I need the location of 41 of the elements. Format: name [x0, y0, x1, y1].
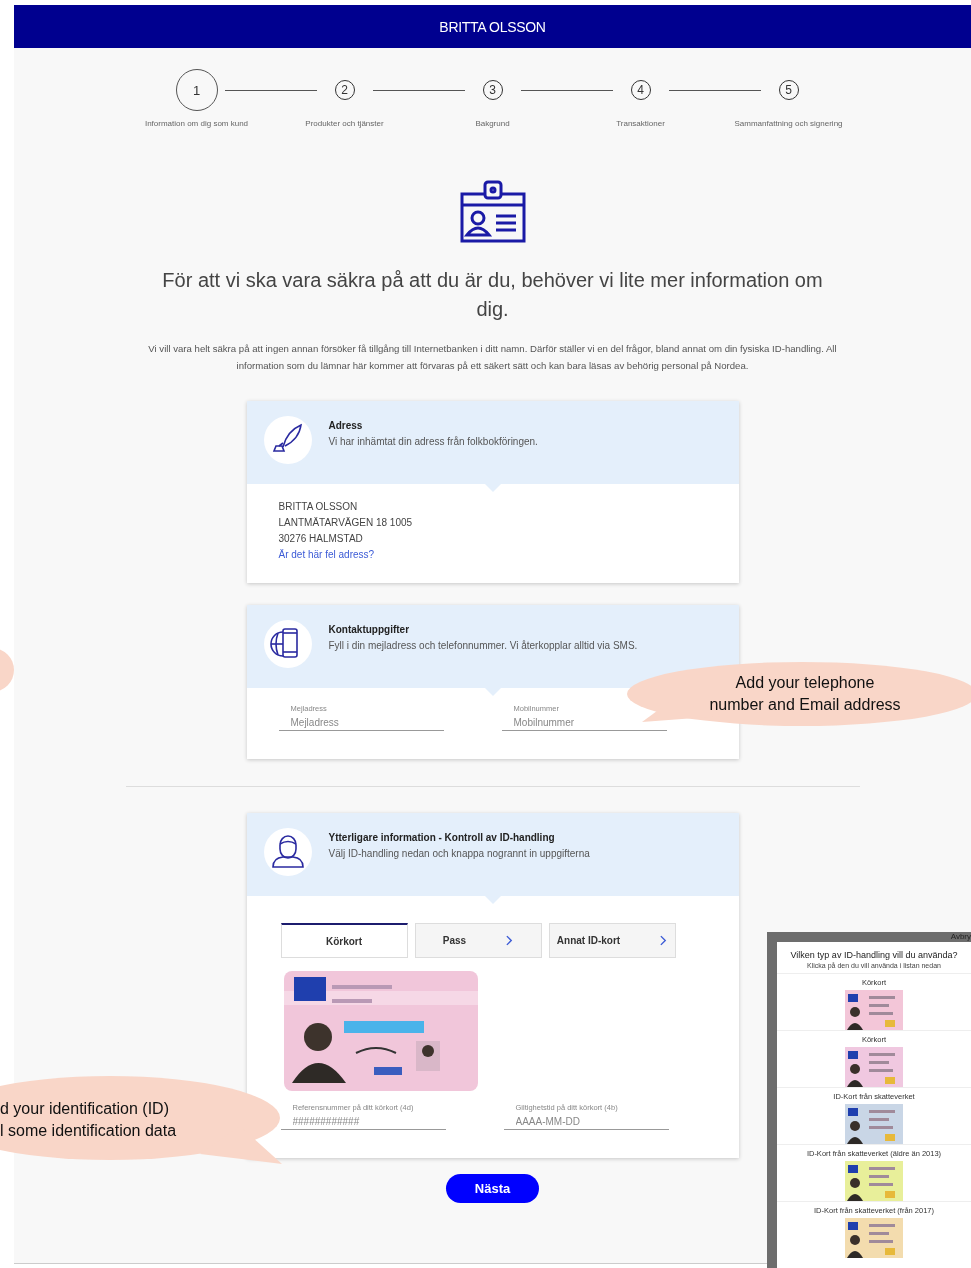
input-field[interactable]: Mejladress	[278, 713, 444, 731]
intro-text: Vi vill vara helt säkra på att ingen annan försöker få tillgång till Internetbanken i ditt namn. Därför ställer vi en del frågor, bland annat om din fysiska ID-handling. All information som du lämnar här kommer att förvaras på ett säkert sätt och kan bara läsas av behörig personal på Nordea.	[147, 342, 838, 373]
input-field[interactable]: ############	[280, 1112, 446, 1130]
card-subtitle: Vi har inhämtat din adress från folkbokföringen.	[328, 436, 538, 447]
step-label: Bakgrund	[475, 119, 510, 128]
step-label: Information om dig som kund	[144, 119, 249, 128]
step-label: Transaktioner	[616, 119, 665, 128]
address-line: LANTMÄTARVÄGEN 18 1005	[278, 516, 414, 529]
step-number[interactable]: 1	[175, 69, 218, 111]
step-number[interactable]: 3	[482, 80, 503, 100]
step-label: Sammanfattning och signering	[734, 119, 843, 128]
address-line: 30276 HALMSTAD	[278, 532, 364, 545]
step-number[interactable]: 2	[334, 80, 355, 100]
card-subtitle: Fyll i din mejladress och telefonnummer. Vi återkopplar alltid via SMS.	[328, 640, 638, 651]
card-title: Kontaktuppgifter	[328, 624, 411, 635]
step-number[interactable]: 5	[778, 80, 799, 100]
id-badge-icon	[459, 180, 526, 244]
user-name: BRITTA OLSSON	[439, 18, 546, 35]
phone-globe-icon	[262, 619, 313, 669]
id-type-tab[interactable]: Körkort	[280, 923, 408, 958]
callout-text: d your identification (ID)	[0, 1099, 169, 1119]
callout-text: number and Email address	[709, 695, 901, 715]
person-icon	[262, 827, 313, 877]
chevron-icon	[660, 935, 668, 946]
step-number[interactable]: 4	[630, 80, 651, 100]
address-line: BRITTA OLSSON	[278, 500, 359, 513]
chevron-icon	[506, 935, 514, 946]
picker-title: Vilken typ av ID-handling vill du använda?	[790, 950, 958, 960]
input-field[interactable]: AAAA-MM-DD	[503, 1112, 669, 1130]
callout-text: Add your telephone	[735, 673, 875, 693]
quill-icon	[262, 415, 313, 465]
page-heading: För att vi ska vara säkra på att du är du, behöver vi lite mer information om dig.	[161, 268, 824, 322]
callout-text: l some identification data	[0, 1121, 177, 1141]
card-title: Ytterligare information - Kontroll av ID-handling	[328, 832, 556, 843]
id-type-tab[interactable]: Pass	[414, 923, 542, 958]
next-button[interactable]: Nästa	[446, 1174, 539, 1203]
card-subtitle: Välj ID-handling nedan och knappa nogrannt in uppgifterna	[328, 848, 590, 859]
wrong-address-link[interactable]: Är det här fel adress?	[278, 548, 707, 561]
step-label: Produkter och tjänster	[305, 119, 384, 128]
id-type-tab[interactable]: Annat ID-kort	[548, 923, 676, 958]
card-title: Adress	[328, 420, 364, 431]
